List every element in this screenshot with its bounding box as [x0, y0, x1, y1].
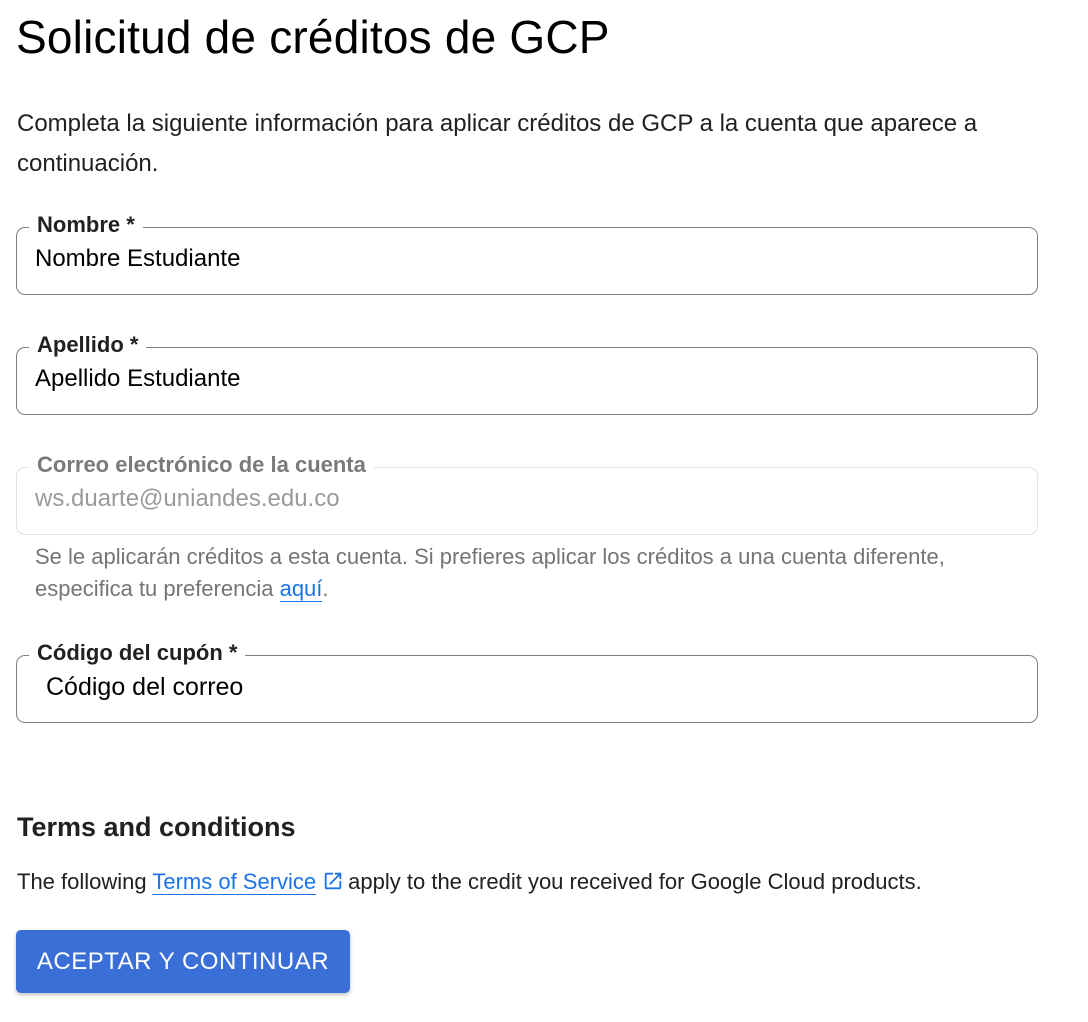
first-name-field[interactable]: Nombre * — [16, 210, 1038, 295]
email-helper-text: Se le aplicarán créditos a esta cuenta. … — [35, 541, 995, 605]
last-name-label: Apellido * — [29, 330, 147, 360]
last-name-field[interactable]: Apellido * — [16, 330, 1038, 415]
first-name-label: Nombre * — [29, 210, 143, 240]
last-name-input[interactable] — [35, 362, 1019, 396]
email-input — [35, 482, 1019, 516]
email-helper-message: Se le aplicarán créditos a esta cuenta. … — [35, 544, 945, 601]
terms-of-service-link[interactable]: Terms of Service — [152, 869, 317, 895]
terms-text-after: apply to the credit you received for Goo… — [348, 869, 922, 894]
change-account-link[interactable]: aquí — [279, 576, 323, 602]
terms-title: Terms and conditions — [17, 812, 296, 842]
open-in-new-icon[interactable] — [322, 870, 344, 892]
page-title: Solicitud de créditos de GCP — [16, 11, 610, 63]
terms-text: The following Terms of Service apply to t… — [17, 866, 922, 898]
coupon-label: Código del cupón * — [29, 638, 246, 668]
email-label: Correo electrónico de la cuenta — [29, 450, 374, 480]
coupon-field[interactable]: Código del cupón * — [16, 638, 1038, 723]
intro-text: Completa la siguiente información para a… — [17, 110, 978, 177]
first-name-input[interactable] — [35, 242, 1019, 276]
terms-text-before: The following — [17, 869, 153, 894]
email-helper-end: . — [322, 576, 329, 601]
email-field: Correo electrónico de la cuenta — [16, 450, 1038, 535]
accept-continue-button[interactable]: ACEPTAR Y CONTINUAR — [16, 930, 350, 993]
coupon-input[interactable] — [46, 670, 1019, 704]
